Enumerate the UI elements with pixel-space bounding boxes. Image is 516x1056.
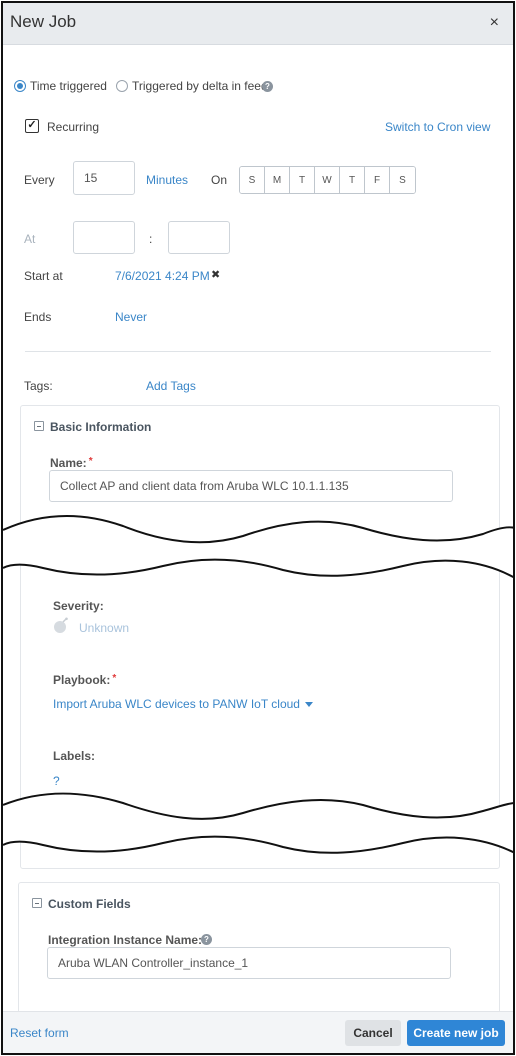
clear-date-icon[interactable]: ✖ bbox=[211, 268, 220, 281]
time-triggered-radio[interactable] bbox=[14, 80, 26, 92]
day-monday[interactable]: M bbox=[265, 167, 290, 193]
collapse-icon[interactable] bbox=[34, 421, 44, 431]
playbook-label: Playbook: * bbox=[53, 673, 117, 687]
torn-edge-break bbox=[3, 792, 513, 854]
at-minute-input[interactable] bbox=[168, 221, 230, 254]
at-hour-input[interactable] bbox=[73, 221, 135, 254]
day-wednesday[interactable]: W bbox=[315, 167, 340, 193]
time-triggered-label: Time triggered bbox=[30, 79, 107, 93]
ends-label: Ends bbox=[24, 310, 52, 324]
tags-label: Tags: bbox=[24, 379, 53, 393]
start-at-label: Start at bbox=[24, 269, 63, 283]
torn-edge-break bbox=[3, 515, 513, 579]
instance-name-input[interactable]: Aruba WLAN Controller_instance_1 bbox=[47, 947, 451, 979]
ends-link[interactable]: Never bbox=[115, 310, 147, 324]
day-sunday[interactable]: S bbox=[240, 167, 265, 193]
caret-down-icon bbox=[304, 702, 313, 708]
dialog-title: New Job bbox=[10, 12, 77, 31]
playbook-dropdown[interactable]: Import Aruba WLC devices to PANW IoT clo… bbox=[53, 697, 313, 711]
delta-triggered-radio[interactable] bbox=[116, 80, 128, 92]
custom-fields-title: Custom Fields bbox=[48, 897, 131, 911]
collapse-icon[interactable] bbox=[32, 898, 42, 908]
labels-label: Labels: bbox=[53, 749, 96, 763]
divider bbox=[25, 351, 491, 352]
unit-dropdown[interactable]: Minutes bbox=[146, 173, 188, 187]
recurring-checkbox[interactable]: ✓ bbox=[25, 119, 39, 133]
instance-name-label: Integration Instance Name: bbox=[48, 933, 203, 947]
close-icon[interactable]: × bbox=[490, 14, 499, 32]
on-label: On bbox=[211, 173, 228, 187]
create-new-job-button[interactable]: Create new job bbox=[407, 1020, 505, 1046]
new-job-dialog: New Job × Time triggered Triggered by de… bbox=[1, 1, 515, 1055]
every-label: Every bbox=[24, 173, 55, 187]
dialog-footer: Reset form Cancel Create new job bbox=[3, 1011, 513, 1053]
labels-value[interactable]: ? bbox=[53, 774, 60, 788]
cancel-button[interactable]: Cancel bbox=[345, 1020, 401, 1046]
day-saturday[interactable]: S bbox=[390, 167, 415, 193]
day-thursday[interactable]: T bbox=[340, 167, 365, 193]
switch-cron-link[interactable]: Switch to Cron view bbox=[385, 120, 490, 134]
dialog-header: New Job × bbox=[3, 3, 513, 45]
at-label: At bbox=[24, 232, 36, 246]
help-icon[interactable]: ? bbox=[262, 81, 273, 92]
name-input[interactable]: Collect AP and client data from Aruba WL… bbox=[49, 470, 453, 502]
severity-value[interactable]: Unknown bbox=[79, 621, 129, 635]
name-field-label: Name: * bbox=[50, 456, 93, 470]
severity-bomb-icon bbox=[54, 617, 68, 633]
basic-information-title: Basic Information bbox=[50, 420, 152, 434]
add-tags-link[interactable]: Add Tags bbox=[146, 379, 196, 393]
reset-form-link[interactable]: Reset form bbox=[10, 1026, 69, 1040]
weekday-selector: S M T W T F S bbox=[239, 166, 416, 194]
help-icon[interactable]: ? bbox=[201, 934, 212, 945]
day-tuesday[interactable]: T bbox=[290, 167, 315, 193]
every-input[interactable]: 15 bbox=[73, 161, 135, 195]
severity-label: Severity: bbox=[53, 599, 104, 613]
recurring-label: Recurring bbox=[47, 120, 100, 134]
delta-triggered-label: Triggered by delta in feed bbox=[132, 79, 268, 93]
at-colon: : bbox=[149, 232, 153, 246]
start-date-link[interactable]: 7/6/2021 4:24 PM bbox=[115, 269, 210, 283]
day-friday[interactable]: F bbox=[365, 167, 390, 193]
